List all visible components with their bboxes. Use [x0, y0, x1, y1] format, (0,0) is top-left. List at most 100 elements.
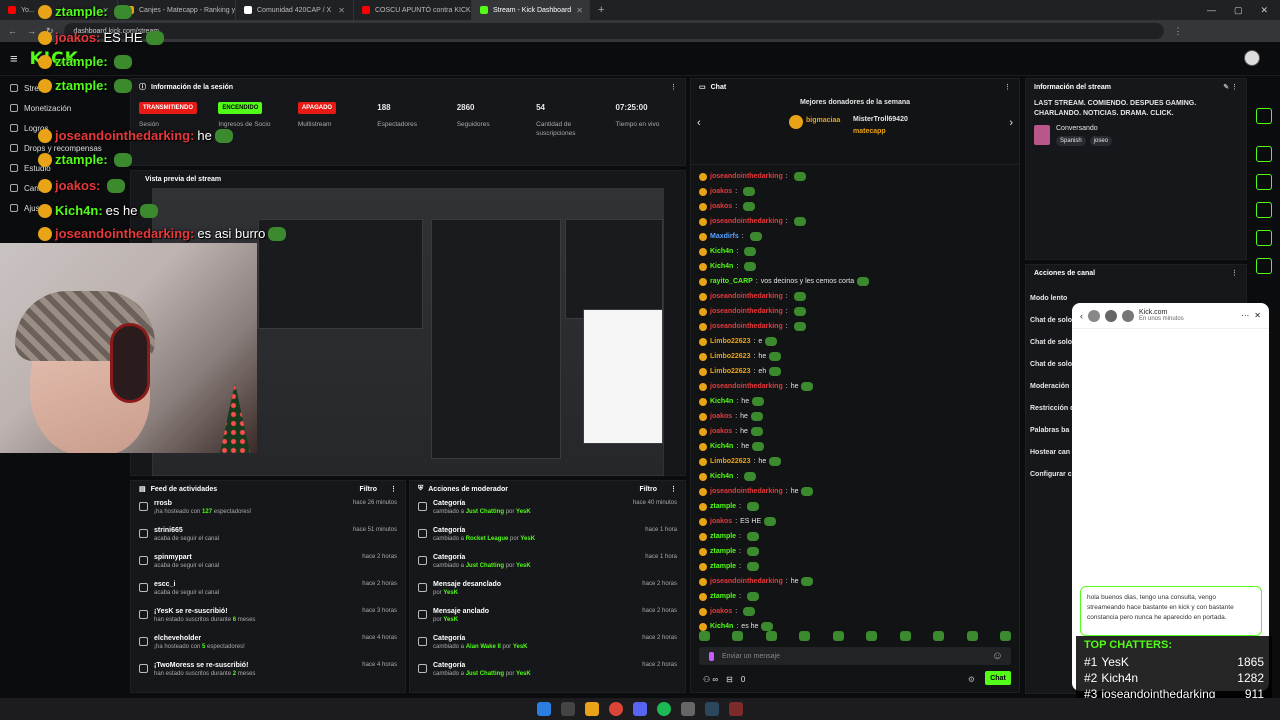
rail-button[interactable] [1256, 230, 1272, 246]
chevron-right-icon[interactable]: › [1009, 117, 1013, 129]
chat-message[interactable]: Limbo22623: e [691, 334, 1019, 349]
chat-username[interactable]: Limbo22623 [710, 368, 750, 375]
tag[interactable]: Spanish [1056, 136, 1086, 146]
chat-message[interactable]: joseandointhedarking: [691, 169, 1019, 184]
back-icon[interactable]: ‹ [1080, 311, 1083, 321]
chat-message[interactable]: joakos: ES HE [691, 514, 1019, 529]
list-item[interactable]: Mensaje anclado por YesK hace 2 horas [410, 605, 685, 632]
chat-username[interactable]: ztample [710, 593, 736, 600]
chat-message[interactable]: Kich4n: he [691, 394, 1019, 409]
emote-icon[interactable] [866, 631, 878, 641]
emote-icon[interactable] [899, 631, 911, 641]
steam-icon[interactable] [705, 702, 719, 716]
url-field[interactable]: dashboard.kick.com/stream [63, 23, 1164, 39]
chat-username[interactable]: rayito_CARP [710, 278, 753, 285]
rail-button[interactable] [1256, 202, 1272, 218]
emote-icon[interactable] [933, 631, 945, 641]
chat-message[interactable]: Limbo22623: eh [691, 364, 1019, 379]
chat-username[interactable]: Maxdirfs [710, 233, 739, 240]
activity-filter-button[interactable]: Filtro [360, 486, 378, 493]
chevron-left-icon[interactable]: ‹ [697, 117, 701, 129]
chat-message[interactable]: joakos: he [691, 424, 1019, 439]
avatar[interactable] [1244, 50, 1260, 66]
donor-2[interactable]: MisterTroll69420 [853, 116, 908, 123]
emote-icon[interactable] [832, 631, 844, 641]
donor-1[interactable]: bigmaciaa [806, 117, 840, 124]
chat-username[interactable]: Limbo22623 [710, 458, 750, 465]
chat-message[interactable]: joseandointhedarking: [691, 289, 1019, 304]
chat-username[interactable]: Kich4n [710, 248, 733, 255]
chat-message[interactable]: joakos: [691, 199, 1019, 214]
chat-send-button[interactable]: Chat [985, 671, 1011, 685]
back-icon[interactable]: ← [8, 26, 17, 36]
rail-button[interactable] [1256, 108, 1272, 124]
chat-message[interactable]: Kich4n: [691, 244, 1019, 259]
extensions-icon[interactable]: ⋮ [1174, 26, 1183, 37]
chat-username[interactable]: Kich4n [710, 473, 733, 480]
chat-username[interactable]: Limbo22623 [710, 353, 750, 360]
start-icon[interactable] [537, 702, 551, 716]
close-icon[interactable]: ✕ [338, 6, 345, 15]
menu-icon[interactable]: ⋮ [1231, 269, 1238, 277]
browser-tab[interactable]: Comunidad 420CAP / X ✕ [236, 0, 354, 20]
chat-username[interactable]: joseandointhedarking [710, 488, 783, 495]
browser-tab[interactable]: COSCU APUNTÓ contra KICK tr...✕ [354, 0, 472, 20]
chat-message[interactable]: joseandointhedarking: [691, 214, 1019, 229]
chat-username[interactable]: joakos [710, 428, 732, 435]
chat-username[interactable]: joseandointhedarking [710, 578, 783, 585]
chat-input[interactable]: Enviar un mensaje ☺ [699, 647, 1011, 665]
minimize-icon[interactable]: — [1207, 5, 1216, 16]
emoji-icon[interactable]: ☺ [992, 650, 1003, 662]
chat-username[interactable]: joseandointhedarking [710, 308, 783, 315]
menu-icon[interactable]: ⋮ [670, 485, 677, 493]
list-item[interactable]: Categoría cambiado a Just Chatting por Ye… [410, 659, 685, 686]
chat-username[interactable]: joseandointhedarking [710, 323, 783, 330]
rail-button[interactable] [1256, 258, 1272, 274]
chat-message[interactable]: joseandointhedarking: [691, 319, 1019, 334]
close-icon[interactable]: ✕ [576, 6, 583, 15]
close-icon[interactable]: ✕ [1254, 311, 1261, 320]
users-icon[interactable]: ⚇ ∞ [703, 675, 718, 684]
chat-username[interactable]: joakos [710, 608, 732, 615]
chat-message[interactable]: Kich4n: [691, 259, 1019, 274]
chat-username[interactable]: ztample [710, 533, 736, 540]
chat-username[interactable]: ztample [710, 563, 736, 570]
chat-message[interactable]: rayito_CARP: vos decinos y les cemos cort… [691, 274, 1019, 289]
chat-message[interactable]: ztample: [691, 529, 1019, 544]
chat-message[interactable]: Kich4n: he [691, 439, 1019, 454]
search-icon[interactable] [561, 702, 575, 716]
chat-message[interactable]: Maxdirfs: [691, 229, 1019, 244]
list-item[interactable]: Categoría cambiado a Rocket League por Ye… [410, 524, 685, 551]
chat-username[interactable]: Kich4n [710, 623, 733, 630]
chat-message[interactable]: ztample: [691, 589, 1019, 604]
emote-icon[interactable] [699, 631, 710, 641]
modactions-filter-button[interactable]: Filtro [640, 486, 658, 493]
menu-icon[interactable]: ⋮ [390, 485, 397, 493]
chat-message[interactable]: joseandointhedarking: [691, 304, 1019, 319]
chat-username[interactable]: ztample [710, 548, 736, 555]
chat-username[interactable]: joseandointhedarking [710, 173, 783, 180]
list-item[interactable]: elcheveholder ¡ha hosteado con 5 espectad… [131, 632, 405, 659]
chat-message[interactable]: Limbo22623: he [691, 454, 1019, 469]
list-item[interactable]: Categoría cambiado a Just Chatting por Ye… [410, 497, 685, 524]
chat-username[interactable]: Kich4n [710, 398, 733, 405]
menu-icon[interactable]: ⋮ [1004, 83, 1011, 91]
list-item[interactable]: Mensaje desanclado por YesK hace 2 horas [410, 578, 685, 605]
forward-icon[interactable]: → [27, 26, 36, 36]
new-tab-button[interactable]: + [590, 4, 612, 16]
chat-message[interactable]: joakos: [691, 604, 1019, 619]
hamburger-icon[interactable]: ≡ [10, 51, 18, 66]
chat-username[interactable]: Kich4n [710, 263, 733, 270]
emote-icon[interactable] [765, 631, 777, 641]
chat-username[interactable]: ztample [710, 503, 736, 510]
discord-icon[interactable] [633, 702, 647, 716]
chat-message[interactable]: joakos: he [691, 409, 1019, 424]
chrome-icon[interactable] [609, 702, 623, 716]
category-name[interactable]: Conversando [1056, 125, 1112, 132]
chat-message[interactable]: Kich4n: [691, 469, 1019, 484]
browser-tab[interactable]: Canjes - Matecapp - Ranking y...✕ [118, 0, 236, 20]
list-item[interactable]: spinmypart acaba de seguir el canal hace 2… [131, 551, 405, 578]
edit-icon[interactable]: ✎ ⋮ [1223, 83, 1238, 91]
list-item[interactable]: strini665 acaba de seguir el canal hace 51… [131, 524, 405, 551]
spotify-icon[interactable] [657, 702, 671, 716]
